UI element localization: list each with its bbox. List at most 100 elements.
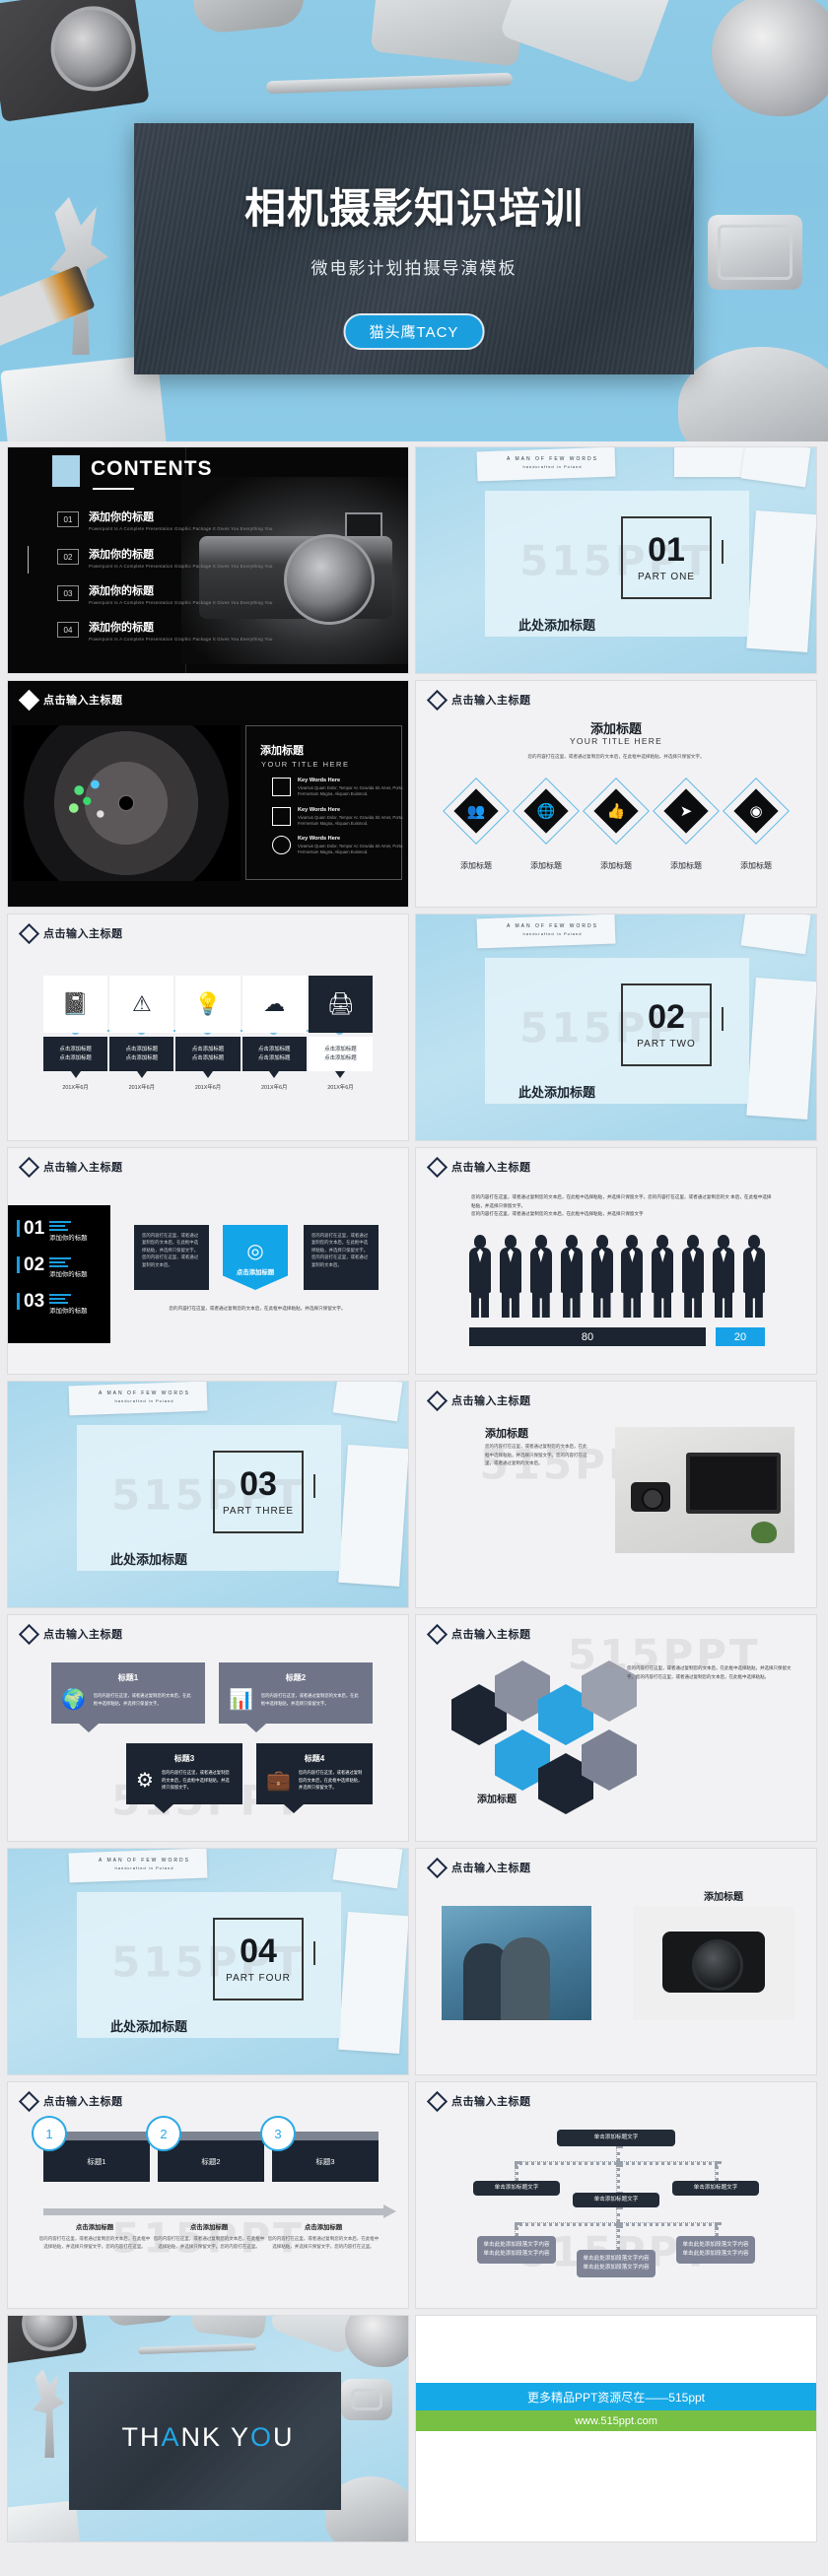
slide-three-steps[interactable]: 点击输入主标题 515PPT 1 标题1 2 标题2 3 标题3 点击添加标题 …	[8, 2082, 408, 2308]
key-row[interactable]: Key Words Here Vivamus Quam Dolor, Tempo…	[272, 836, 402, 856]
cup-prop-icon	[341, 2379, 392, 2420]
cloud-icon: ☁	[242, 976, 307, 1033]
diamond-item[interactable]: 👍 添加标题	[583, 778, 650, 871]
key-title: Key Words Here	[298, 836, 341, 843]
timeline-item[interactable]: 🖨 点击添加标题 点击添加标题 201X年6月	[308, 976, 374, 1092]
list-item[interactable]: 03 添加你的标题 Powerpoint Is A Complete Prese…	[57, 582, 273, 605]
item-desc: Powerpoint Is A Complete Presentation Gr…	[89, 600, 273, 605]
timeline-item[interactable]: ☁ 点击添加标题 点击添加标题 201X年6月	[242, 976, 307, 1091]
photo-title: 添加标题	[704, 1892, 743, 1903]
diamond-item[interactable]: ◉ 添加标题	[723, 778, 790, 871]
org-node-level2[interactable]: 单击添加标题文字	[573, 2193, 659, 2207]
numbered-row[interactable]: 01 添加你的标题	[16, 1219, 110, 1242]
businessman-silhouette-icon	[590, 1235, 613, 1318]
diamond-item[interactable]: 🌐 添加标题	[513, 778, 580, 871]
key-row[interactable]: Key Words Here Vivamus Quam Dolor, Tempo…	[272, 806, 402, 828]
part-number-box: 02 PART TWO	[621, 983, 712, 1066]
slide-org-chart[interactable]: 点击输入主标题 515PPT 单击添加标题文字 单击添加标题文字 单击添加标题文…	[416, 2082, 816, 2308]
desc-line-1: 您的内容打在这里，或者通过复制您的文本后，在此框中选择粘贴，并选择只保留文字。您…	[471, 1194, 729, 1199]
info-panel: 添加标题 YOUR TITLE HERE Key Words Here Viva…	[245, 725, 402, 880]
slide-part-four[interactable]: A MAN OF FEW WORDS handcrafted in Poland …	[8, 1849, 408, 2074]
list-item[interactable]: 04 添加你的标题 Powerpoint Is A Complete Prese…	[57, 619, 273, 642]
promo-line-2[interactable]: www.515ppt.com	[416, 2410, 816, 2431]
part-number: 01	[648, 531, 685, 569]
numbered-row[interactable]: 03 添加你的标题	[16, 1292, 110, 1315]
item-number: 01	[57, 511, 79, 527]
step-number: 1	[32, 2116, 67, 2151]
ty-part-3: U	[273, 2422, 295, 2452]
list-item[interactable]: 02 添加你的标题 Powerpoint Is A Complete Prese…	[57, 546, 273, 569]
slide-numbered-list[interactable]: 点击输入主标题 01 添加你的标题 02 添加你的标题 03 添加你的标题 您的…	[8, 1148, 408, 1374]
diamond-icon	[18, 1623, 40, 1645]
people-icon: 👥	[466, 803, 486, 820]
org-node-level2[interactable]: 单击添加标题文字	[672, 2181, 759, 2196]
diamond-item[interactable]: 👥 添加标题	[443, 778, 510, 871]
list-item[interactable]: 01 添加你的标题 Powerpoint Is A Complete Prese…	[57, 508, 273, 531]
slide-diamonds[interactable]: 点击输入主标题 添加标题 YOUR TITLE HERE 您的内容打在这里，或者…	[416, 681, 816, 907]
slide-title: 点击输入主标题	[451, 1629, 531, 1641]
slide-aperture[interactable]: 点击输入主标题 添加标题 YOUR TITLE HERE Key Words H…	[8, 681, 408, 907]
presentation-preview-page: 相机摄影知识培训 微电影计划拍摄导演模板 猫头鹰TACY CONTENTS 01…	[0, 0, 828, 2576]
step-item[interactable]: 1 标题1	[32, 2116, 150, 2182]
info-card[interactable]: 标题3 ⚙ 您的内容打在这里，或者通过复制您的文本后，在此框中选择粘贴，并选择只…	[126, 1743, 242, 1813]
timeline-item[interactable]: 📓 点击添加标题 点击添加标题 201X年6月	[43, 976, 108, 1091]
card-body: 您的内容打在这里，或者通过复制您的文本后，在此框中选择粘贴，并选择只保留文字。	[93, 1692, 191, 1706]
caption-line1: 点击添加标题	[324, 1047, 357, 1052]
tray-prop-icon	[678, 347, 828, 441]
paper-prop	[740, 447, 811, 488]
org-node-level3[interactable]: 单击此处添加段落文字内容 单击此处添加段落文字内容	[477, 2236, 556, 2264]
info-card[interactable]: 标题4 💼 您的内容打在这里，或者通过复制您的文本后，在此框中选择粘贴，并选择只…	[256, 1743, 373, 1813]
slide-thank-you[interactable]: THANK YOU	[8, 2316, 408, 2542]
step-item[interactable]: 3 标题3	[260, 2116, 379, 2182]
slide-part-two[interactable]: A MAN OF FEW WORDS handcrafted in Poland …	[416, 915, 816, 1140]
slide-timeline-icons[interactable]: 点击输入主标题 515PPT 📓 点击添加标题点击添加标题 201X年6月 ⚠ …	[8, 915, 408, 1140]
timeline-date: 201X年6月	[327, 1085, 354, 1092]
center-highlight[interactable]: ◎ 点击添加标题	[223, 1225, 288, 1290]
slide-contents[interactable]: CONTENTS 01 添加你的标题 Powerpoint Is A Compl…	[8, 447, 408, 673]
diamond-icon	[426, 2090, 448, 2112]
slide-couple-photo[interactable]: 点击输入主标题 添加标题	[416, 1849, 816, 2074]
part-label: 此处添加标题	[110, 2019, 188, 2034]
slide-people-chart[interactable]: 点击输入主标题 您的内容打在这里，或者通过复制您的文本后，在此框中选择粘贴，并选…	[416, 1148, 816, 1374]
org-node-root[interactable]: 单击添加标题文字	[557, 2130, 675, 2146]
user-badge-icon	[272, 778, 291, 796]
step-desc-body: 您的内容打在这里，或者通过复制您的文本后，在此框中选择粘贴，并选择只保留文字。您…	[267, 2236, 380, 2250]
timeline-item[interactable]: ⚠ 点击添加标题 点击添加标题 201X年6月	[109, 976, 174, 1091]
timeline-item[interactable]: 💡 点击添加标题 点击添加标题 201X年6月	[175, 976, 241, 1091]
info-card[interactable]: 标题2 📊 您的内容打在这里，或者通过复制您的文本后，在此框中选择粘贴，并选择只…	[219, 1662, 373, 1732]
slide-four-cards[interactable]: 点击输入主标题 515PPT 标题1 🌍 您的内容打在这里，或者通过复制您的文本…	[8, 1615, 408, 1841]
item-number: 03	[57, 585, 79, 601]
accent-bar	[52, 455, 80, 487]
businessman-silhouette-icon	[499, 1235, 521, 1318]
hero-cover-slide[interactable]: 相机摄影知识培训 微电影计划拍摄导演模板 猫头鹰TACY	[0, 0, 828, 441]
slide-header: 点击输入主标题	[18, 1156, 123, 1178]
lightbulb-icon: 💡	[175, 976, 241, 1033]
caption-line1: 点击添加标题	[125, 1047, 158, 1052]
org-node-level3[interactable]: 单击此处添加段落文字内容 单击此处添加段落文字内容	[676, 2236, 755, 2264]
info-card[interactable]: 标题1 🌍 您的内容打在这里，或者通过复制您的文本后，在此框中选择粘贴，并选择只…	[51, 1662, 205, 1732]
org-node-level3[interactable]: 单击此处添加段落文字内容 单击此处添加段落文字内容	[577, 2250, 656, 2277]
progress-arrow	[43, 2204, 396, 2218]
slide-hexagons[interactable]: 点击输入主标题 添加标题 您的内容打在这里，或者通过复制您的文本后，在此框中选择…	[416, 1615, 816, 1841]
item-heading: 添加你的标题	[89, 511, 154, 523]
numbered-row[interactable]: 02 添加你的标题	[16, 1255, 110, 1278]
slide-part-one[interactable]: A MAN OF FEW WORDS handcrafted in Poland …	[416, 447, 816, 673]
slide-promo[interactable]: 更多精品PPT资源尽在——515ppt www.515ppt.com	[416, 2316, 816, 2542]
org-node-level2[interactable]: 单击添加标题文字	[473, 2181, 560, 2196]
slide-laptop-photo[interactable]: 点击输入主标题 515PPT 添加标题 您的内容打在这里，或者通过复制您的文本后…	[416, 1382, 816, 1607]
chart-description: 您的内容打在这里，或者通过复制您的文本后，在此框中选择粘贴，并选择只保留文字。您…	[471, 1193, 773, 1219]
step-item[interactable]: 2 标题2	[146, 2116, 264, 2182]
key-row[interactable]: Key Words Here Vivamus Quam Dolor, Tempo…	[272, 778, 402, 798]
center-subtitle: YOUR TITLE HERE	[570, 736, 662, 746]
diamond-item[interactable]: ➤ 添加标题	[653, 778, 720, 871]
part-number: 02	[648, 998, 685, 1036]
slide-grid: CONTENTS 01 添加你的标题 Powerpoint Is A Compl…	[0, 441, 828, 2547]
hero-author-button[interactable]: 猫头鹰TACY	[343, 313, 485, 350]
cards-container: 标题1 🌍 您的内容打在这里，或者通过复制您的文本后，在此框中选择粘贴，并选择只…	[51, 1662, 373, 1813]
part-subtitle: PART ONE	[637, 572, 695, 582]
photo-title: 添加标题	[485, 1428, 528, 1440]
slide-part-three[interactable]: A MAN OF FEW WORDS handcrafted in Poland …	[8, 1382, 408, 1607]
notebook-icon: 📓	[43, 976, 108, 1033]
paper-prop	[674, 447, 747, 477]
step-description: 点击添加标题 您的内容打在这里，或者通过复制您的文本后，在此框中选择粘贴，并选择…	[266, 2222, 380, 2251]
